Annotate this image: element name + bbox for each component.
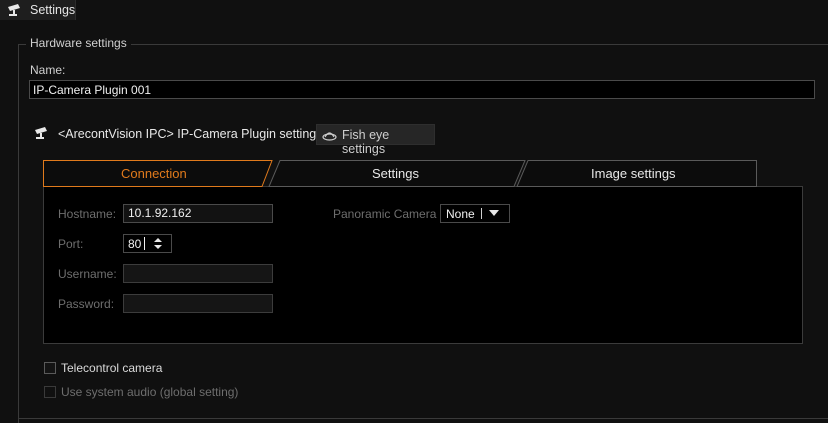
- hostname-label: Hostname:: [58, 207, 117, 221]
- group-border-top: [18, 44, 828, 45]
- panoramic-camera-value: None: [446, 207, 475, 221]
- hostname-input[interactable]: 10.1.92.162: [123, 204, 273, 223]
- password-label: Password:: [58, 297, 115, 311]
- panoramic-camera-select[interactable]: None: [440, 204, 510, 223]
- password-input[interactable]: [123, 294, 273, 313]
- port-value: 80: [128, 237, 142, 251]
- spin-arrows-icon[interactable]: [152, 236, 164, 251]
- plugin-settings-tab[interactable]: <ArecontVision IPC> IP-Camera Plugin set…: [58, 127, 322, 141]
- dropdown-arrow-icon[interactable]: [489, 210, 499, 217]
- settings-title: Settings: [30, 3, 76, 17]
- fisheye-settings-label: Fish eye settings: [342, 128, 390, 156]
- username-input[interactable]: [123, 264, 273, 283]
- group-border-bottom: [18, 418, 828, 419]
- port-stepper[interactable]: 80: [123, 234, 172, 253]
- port-label: Port:: [58, 237, 84, 251]
- tab-settings[interactable]: Settings: [372, 166, 419, 181]
- username-label: Username:: [58, 267, 117, 281]
- tab-connection[interactable]: Connection: [121, 166, 187, 181]
- fisheye-icon: [322, 132, 337, 141]
- settings-tabbar: Connection Settings Image settings: [43, 160, 757, 187]
- dropdown-separator: [481, 208, 482, 219]
- system-audio-checkbox[interactable]: [44, 386, 56, 398]
- fisheye-settings-tab[interactable]: Fish eye settings: [316, 124, 435, 156]
- hardware-settings-title: Hardware settings: [26, 36, 131, 50]
- spin-down-icon: [154, 245, 162, 249]
- name-label: Name:: [30, 63, 66, 77]
- camera-icon: [8, 4, 20, 16]
- group-border-left: [18, 44, 19, 423]
- system-audio-label: Use system audio (global setting): [61, 385, 239, 399]
- camera-icon: [35, 127, 47, 139]
- tab-image-settings[interactable]: Image settings: [591, 166, 676, 181]
- text-cursor: [144, 237, 145, 250]
- panoramic-camera-label: Panoramic Camera: [333, 207, 437, 221]
- settings-title-tab[interactable]: Settings: [0, 0, 76, 20]
- name-input[interactable]: [29, 80, 815, 99]
- telecontrol-label: Telecontrol camera: [61, 361, 163, 375]
- spin-up-icon: [154, 238, 162, 242]
- telecontrol-checkbox[interactable]: [44, 362, 56, 374]
